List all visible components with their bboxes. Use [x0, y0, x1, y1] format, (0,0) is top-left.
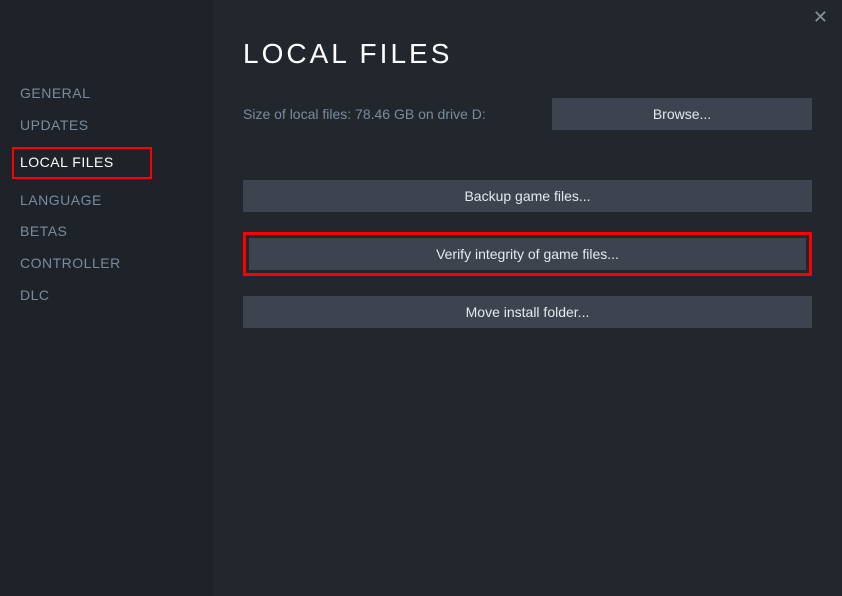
page-title: LOCAL FILES: [243, 38, 812, 70]
button-label: Verify integrity of game files...: [436, 246, 619, 262]
sidebar-item-label: GENERAL: [20, 84, 90, 104]
sidebar-item-label: CONTROLLER: [20, 254, 121, 274]
sidebar-item-label: UPDATES: [20, 116, 89, 136]
sidebar-item-label: BETAS: [20, 222, 67, 242]
button-label: Move install folder...: [466, 304, 590, 320]
sidebar-item-language[interactable]: LANGUAGE: [0, 185, 213, 217]
sidebar-item-label: LANGUAGE: [20, 191, 102, 211]
move-install-button[interactable]: Move install folder...: [243, 296, 812, 328]
sidebar-item-label: LOCAL FILES: [12, 147, 152, 179]
sidebar: GENERAL UPDATES LOCAL FILES LANGUAGE BET…: [0, 0, 213, 596]
sidebar-item-controller[interactable]: CONTROLLER: [0, 248, 213, 280]
size-row: Size of local files: 78.46 GB on drive D…: [243, 98, 812, 130]
sidebar-item-betas[interactable]: BETAS: [0, 216, 213, 248]
backup-button[interactable]: Backup game files...: [243, 180, 812, 212]
sidebar-item-updates[interactable]: UPDATES: [0, 110, 213, 142]
button-label: Browse...: [653, 106, 711, 122]
verify-integrity-button[interactable]: Verify integrity of game files...: [249, 238, 806, 270]
button-label: Backup game files...: [464, 188, 590, 204]
local-size-text: Size of local files: 78.46 GB on drive D…: [243, 106, 528, 122]
verify-highlight: Verify integrity of game files...: [243, 232, 812, 276]
sidebar-item-label: DLC: [20, 286, 50, 306]
close-icon[interactable]: ✕: [813, 8, 828, 26]
sidebar-item-local-files[interactable]: LOCAL FILES: [0, 141, 213, 185]
main-panel: ✕ LOCAL FILES Size of local files: 78.46…: [213, 0, 842, 596]
sidebar-item-general[interactable]: GENERAL: [0, 78, 213, 110]
browse-button[interactable]: Browse...: [552, 98, 812, 130]
sidebar-item-dlc[interactable]: DLC: [0, 280, 213, 312]
